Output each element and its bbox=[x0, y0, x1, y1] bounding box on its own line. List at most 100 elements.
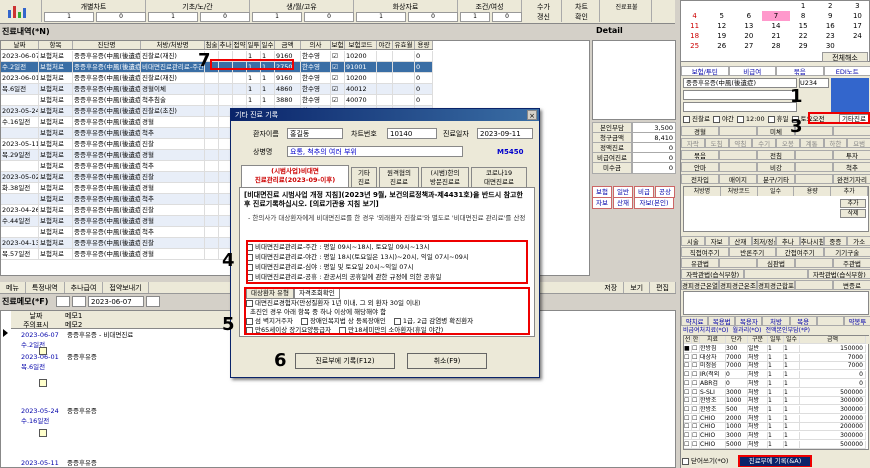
insurance-button[interactable]: 자보 bbox=[592, 197, 612, 209]
table-row[interactable]: ■ ☐ 한방침 300 일반 1 1 150000 bbox=[684, 345, 870, 353]
date-field[interactable]: 2023-09-11 bbox=[477, 128, 533, 139]
option-button[interactable]: 추나 bbox=[776, 236, 800, 246]
option-button[interactable] bbox=[795, 162, 833, 172]
option-button[interactable]: 반론주기 bbox=[728, 247, 776, 257]
option-button[interactable]: 매이지 bbox=[719, 174, 757, 184]
option-button[interactable] bbox=[719, 162, 757, 172]
option-button[interactable]: 경피경근온열 bbox=[681, 280, 719, 290]
menu-item[interactable]: 추나급여 bbox=[65, 282, 104, 293]
calendar-day[interactable] bbox=[708, 1, 735, 11]
option-checkbox[interactable]: 휴일 bbox=[767, 114, 789, 124]
save-button[interactable]: 저장 bbox=[598, 282, 625, 293]
option-button[interactable] bbox=[795, 150, 833, 160]
memo-text[interactable]: 중증후유증 bbox=[67, 459, 367, 467]
checkbox[interactable] bbox=[682, 457, 689, 465]
chart-no-field[interactable]: 10140 bbox=[387, 128, 437, 139]
option-button[interactable] bbox=[795, 174, 833, 184]
calendar-day[interactable]: 29 bbox=[790, 41, 817, 51]
option-button[interactable]: 심판법 bbox=[757, 258, 795, 268]
option-button[interactable]: 도침 bbox=[704, 138, 729, 148]
option-button[interactable]: 자락관법(습식부항) bbox=[681, 269, 745, 279]
view-button[interactable]: 보기 bbox=[624, 282, 651, 293]
option-button[interactable]: 전침 bbox=[757, 150, 795, 160]
option-button[interactable]: 경피경근온조사 bbox=[719, 280, 757, 290]
calendar-day[interactable]: 10 bbox=[844, 11, 870, 21]
option-button[interactable]: 복용법 bbox=[708, 316, 736, 326]
calendar-day[interactable]: 4 bbox=[681, 11, 708, 21]
grid-action-button[interactable]: 추가 bbox=[840, 199, 866, 208]
memo-flag-icon[interactable] bbox=[39, 347, 47, 355]
option-button[interactable]: 최저/정신 bbox=[752, 236, 776, 246]
calendar-day[interactable] bbox=[844, 41, 870, 51]
option-button[interactable] bbox=[719, 150, 757, 160]
calendar-day[interactable]: 5 bbox=[708, 11, 735, 21]
option-button[interactable]: 시술 bbox=[681, 236, 705, 246]
calendar-day[interactable]: 16 bbox=[817, 21, 844, 31]
option-button[interactable] bbox=[719, 258, 757, 268]
option-button[interactable]: EDI노트 bbox=[823, 66, 870, 76]
column-header[interactable]: 처방/처방명 bbox=[141, 41, 205, 49]
table-row[interactable]: ☐ ☐ IR(적외 0 처방 1 1 0 bbox=[684, 371, 870, 380]
clear-all-button[interactable]: 전체해소 bbox=[822, 52, 868, 62]
table-row[interactable]: ☐ ☐ S-SLI 3000 처방 1 1 500000 bbox=[684, 388, 870, 397]
tab-covid[interactable]: 코로나19 대면진료료 bbox=[471, 167, 527, 187]
option-button[interactable] bbox=[816, 316, 844, 326]
column-header[interactable]: 날짜 bbox=[1, 41, 39, 49]
diagnosis-field[interactable] bbox=[683, 102, 797, 112]
column-header[interactable]: 진단명 bbox=[73, 41, 141, 49]
calendar-day[interactable]: 23 bbox=[817, 31, 844, 41]
prescription-grid[interactable]: 처방명 처방코드 일수 용량 추가 추가 삭제 bbox=[683, 186, 869, 232]
calendar-day[interactable]: 6 bbox=[735, 11, 762, 21]
column-header[interactable]: 야간 bbox=[377, 41, 393, 49]
option-button[interactable]: 약침 bbox=[728, 138, 753, 148]
option-button[interactable]: 자락관법(습식부항) bbox=[807, 269, 870, 279]
update-fee-button[interactable]: 수가 갱신 bbox=[526, 0, 562, 22]
option-button[interactable] bbox=[795, 280, 833, 290]
diagnosis-field[interactable]: 중증후유증(中風(後遺症) bbox=[683, 78, 797, 88]
overwrite-checkbox[interactable]: 닫어쓰기(*O) bbox=[682, 457, 728, 466]
column-header[interactable]: 용량 bbox=[415, 41, 433, 49]
diag-buttons[interactable] bbox=[831, 78, 869, 112]
option-button[interactable] bbox=[795, 258, 833, 268]
calendar-day[interactable] bbox=[681, 1, 708, 11]
checkbox[interactable] bbox=[767, 115, 775, 123]
calendar-day[interactable]: 21 bbox=[762, 31, 789, 41]
receipt-button[interactable]: 진료표불 bbox=[602, 0, 652, 22]
table-row[interactable]: ☐ ☐ CHIO 2000 처방 1 1 200000 bbox=[684, 414, 870, 423]
option-button[interactable]: 자락 bbox=[681, 138, 705, 148]
calendar-day[interactable]: 7 bbox=[762, 11, 790, 21]
noninsured-grid[interactable]: 선 한 치료 단가 구분 일투 일수 금액 ■ ☐ 한방침 300 일반 1 1 150000 ☐ ☐ 대상자 700… bbox=[683, 335, 870, 450]
logo-icon[interactable] bbox=[0, 0, 42, 22]
memo-text[interactable]: 중증후유증 bbox=[67, 407, 367, 416]
calendar-day[interactable]: 30 bbox=[817, 41, 844, 51]
calendar-day[interactable] bbox=[735, 1, 762, 11]
option-button[interactable]: 유관법 bbox=[681, 258, 719, 268]
table-row[interactable]: ☐ ☐ CHIO 5000 처방 1 1 500000 bbox=[684, 440, 870, 449]
calendar-day[interactable]: 3 bbox=[844, 1, 870, 11]
option-button[interactable]: 경피경근합포 bbox=[757, 280, 795, 290]
patient-name-field[interactable]: 홍길동 bbox=[287, 128, 343, 139]
option-button[interactable]: 간접여주기 bbox=[776, 247, 824, 257]
option-button[interactable]: 복용자 bbox=[735, 316, 763, 326]
option-button[interactable]: 계통 bbox=[799, 138, 824, 148]
table-row[interactable]: ☐ ☐ CHIO 1000 처방 1 1 200000 bbox=[684, 423, 870, 432]
option-button[interactable]: 경혈 bbox=[681, 126, 719, 136]
sub-grid[interactable] bbox=[683, 291, 869, 315]
calendar-day[interactable]: 15 bbox=[790, 21, 817, 31]
table-row[interactable]: ☐ ☐ 한방조 500 처방 1 1 300000 bbox=[684, 405, 870, 414]
column-header[interactable]: 추나 bbox=[219, 41, 233, 49]
option-button[interactable]: 변증료 bbox=[833, 280, 870, 290]
table-row[interactable]: 보험처료 중증후유증(中風(後遺症) 척추침술 1 1 3880 한수영 ☑ 40070 0 bbox=[1, 95, 433, 106]
delete-memo-icon[interactable] bbox=[72, 295, 86, 307]
add-memo-icon[interactable] bbox=[56, 295, 70, 307]
calendar-day[interactable]: 13 bbox=[735, 21, 762, 31]
table-row[interactable]: ☐ ☐ 미정음 7000 처방 1 1 7000 bbox=[684, 362, 870, 371]
menu-item[interactable]: 특정내역 bbox=[26, 282, 65, 293]
option-checkbox[interactable]: 진찰료 bbox=[683, 114, 710, 124]
cancel-button[interactable]: 취소(F9) bbox=[407, 353, 487, 369]
option-button[interactable]: 복용 bbox=[789, 316, 817, 326]
memo-date-input[interactable]: 2023-06-07 bbox=[88, 295, 144, 307]
option-button[interactable]: 요범 bbox=[847, 138, 870, 148]
column-header[interactable]: 보험코드 bbox=[345, 41, 377, 49]
table-row[interactable]: ☐ ☐ CHIO 3000 처방 1 1 300000 bbox=[684, 432, 870, 440]
